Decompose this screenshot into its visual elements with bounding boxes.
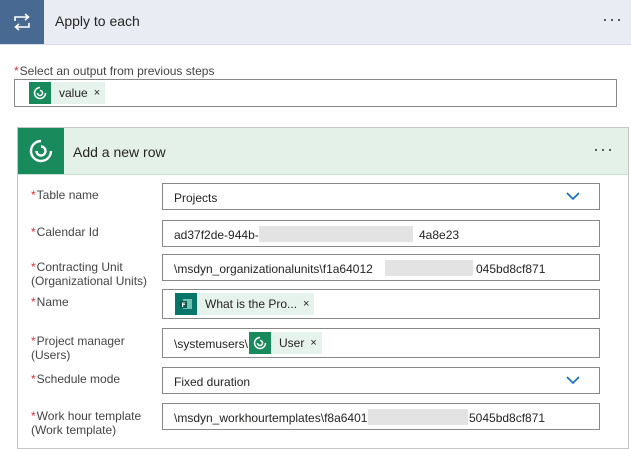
- redacted-block: [368, 409, 468, 425]
- apply-to-each-header[interactable]: Apply to each ···: [0, 0, 631, 45]
- forms-icon: F: [175, 293, 197, 315]
- user-token[interactable]: User ×: [249, 332, 322, 354]
- table-name-value: Projects: [174, 191, 218, 205]
- value-token-remove-button[interactable]: ×: [94, 87, 105, 99]
- work-hour-template-label-line2: (Work template): [31, 423, 117, 437]
- output-label-text: Select an output from previous steps: [19, 64, 215, 78]
- schedule-mode-select[interactable]: Fixed duration: [162, 367, 600, 394]
- project-manager-prefix: \systemusers\: [174, 337, 249, 351]
- dataverse-icon: [29, 82, 51, 104]
- required-marker: *: [31, 225, 36, 239]
- add-new-row-header[interactable]: Add a new row ···: [18, 128, 628, 175]
- name-label-text: Name: [36, 295, 69, 309]
- contracting-unit-value-end: 045bd8cf871: [476, 262, 546, 276]
- schedule-mode-value: Fixed duration: [174, 375, 251, 389]
- required-marker: *: [31, 260, 36, 274]
- dataverse-icon: [249, 332, 271, 354]
- svg-text:F: F: [181, 302, 185, 309]
- output-input[interactable]: value ×: [14, 79, 617, 107]
- calendar-id-label-text: Calendar Id: [36, 225, 99, 239]
- name-token-remove-button[interactable]: ×: [303, 298, 314, 310]
- table-name-label-text: Table name: [36, 188, 99, 202]
- calendar-id-value-start: ad37f2de-944b-: [174, 228, 259, 242]
- output-label: *Select an output from previous steps: [14, 64, 214, 78]
- action-title: Add a new row: [73, 144, 166, 160]
- table-name-label: *Table name: [31, 188, 99, 202]
- chevron-down-icon[interactable]: [565, 373, 581, 390]
- contracting-unit-input[interactable]: \msdyn_organizationalunits\f1a64012 045b…: [162, 254, 600, 281]
- work-hour-template-label: *Work hour template (Work template): [31, 409, 141, 437]
- name-label: *Name: [31, 295, 69, 309]
- work-hour-template-value-end: 5045bd8cf871: [469, 411, 546, 425]
- work-hour-template-value-start: \msdyn_workhourtemplates\f8a6401: [174, 411, 368, 425]
- add-new-row-card: Add a new row ···: [17, 127, 629, 449]
- dataverse-icon: [18, 128, 64, 174]
- project-manager-input[interactable]: \systemusers\ User ×: [162, 328, 600, 358]
- chevron-down-icon[interactable]: [565, 189, 581, 206]
- user-token-remove-button[interactable]: ×: [310, 337, 321, 349]
- required-marker: *: [31, 188, 36, 202]
- contracting-unit-label-line2: (Organizational Units): [31, 274, 148, 288]
- action-more-options-button[interactable]: ···: [593, 140, 614, 158]
- required-marker: *: [14, 64, 19, 78]
- required-marker: *: [31, 334, 36, 348]
- value-token-label: value: [59, 86, 88, 100]
- name-input[interactable]: F What is the Pro... ×: [162, 289, 600, 319]
- contracting-unit-label-line1: Contracting Unit: [36, 260, 123, 274]
- name-token[interactable]: F What is the Pro... ×: [175, 293, 315, 315]
- redacted-block: [259, 226, 413, 242]
- schedule-mode-label-text: Schedule mode: [36, 372, 121, 386]
- required-marker: *: [31, 409, 36, 423]
- redacted-block: [385, 260, 473, 276]
- name-token-label: What is the Pro...: [205, 297, 298, 311]
- contracting-unit-value-start: \msdyn_organizationalunits\f1a64012: [174, 262, 373, 276]
- required-marker: *: [31, 295, 36, 309]
- calendar-id-value-end: 4a8e23: [419, 228, 460, 242]
- loop-title: Apply to each: [55, 13, 140, 29]
- project-manager-label-line2: (Users): [31, 348, 71, 362]
- loop-arrows-icon: [0, 0, 44, 44]
- value-token[interactable]: value ×: [29, 82, 106, 104]
- project-manager-label-line1: Project manager: [36, 334, 125, 348]
- work-hour-template-label-line1: Work hour template: [36, 409, 142, 423]
- project-manager-label: *Project manager (Users): [31, 334, 125, 362]
- work-hour-template-input[interactable]: \msdyn_workhourtemplates\f8a6401 5045bd8…: [162, 403, 600, 430]
- required-marker: *: [31, 372, 36, 386]
- schedule-mode-label: *Schedule mode: [31, 372, 120, 386]
- contracting-unit-label: *Contracting Unit (Organizational Units): [31, 260, 147, 288]
- loop-more-options-button[interactable]: ···: [602, 10, 623, 28]
- calendar-id-input[interactable]: ad37f2de-944b- 4a8e23: [162, 220, 600, 247]
- user-token-label: User: [279, 336, 305, 350]
- calendar-id-label: *Calendar Id: [31, 225, 99, 239]
- table-name-select[interactable]: Projects: [162, 183, 600, 210]
